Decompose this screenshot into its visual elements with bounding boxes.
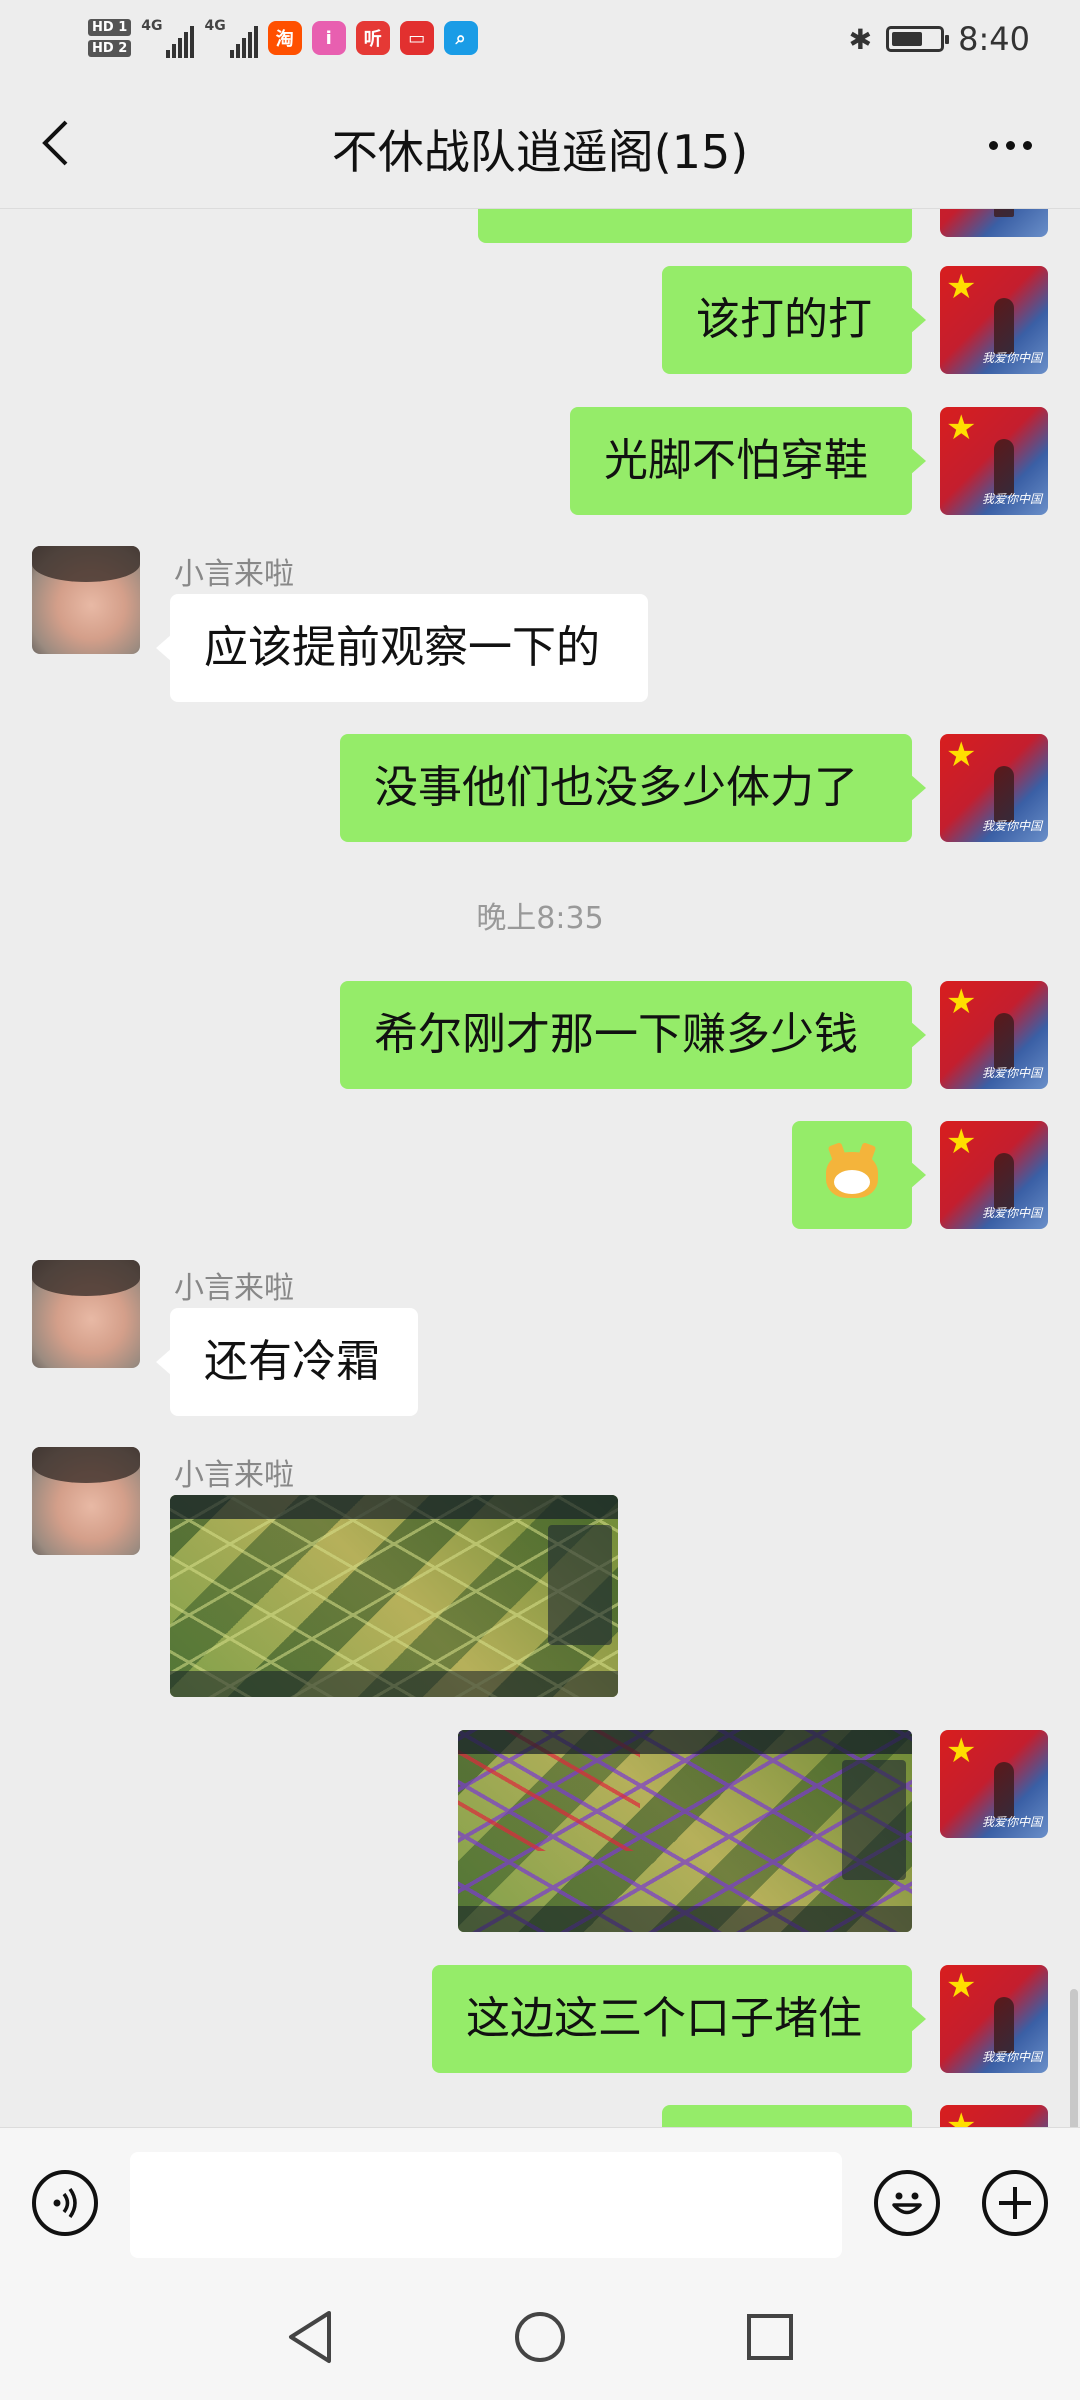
sender-avatar[interactable] (32, 1260, 140, 1368)
game-screenshot-image[interactable] (458, 1730, 912, 1932)
my-avatar[interactable]: ★ (940, 209, 1048, 237)
signal-2-icon: 4G (204, 18, 258, 58)
status-bar: HD 1 HD 2 4G 4G 淘 i 听 ▭ ⌕ ✱ 8:40 (0, 0, 1080, 78)
message-bubble[interactable]: 该打的打 (662, 266, 926, 374)
emoji-button[interactable] (874, 2170, 940, 2236)
sender-avatar[interactable] (32, 546, 140, 654)
status-left: HD 1 HD 2 4G 4G 淘 i 听 ▭ ⌕ (88, 10, 478, 66)
more-options-button[interactable] (980, 120, 1040, 170)
triangle-back-icon (289, 2311, 331, 2363)
sim2-badge: HD 2 (88, 40, 132, 57)
timestamp: 晚上8:35 (476, 901, 604, 936)
smiley-icon (892, 2192, 922, 2215)
signal-1-icon: 4G (141, 18, 195, 58)
battery-icon (886, 26, 950, 52)
huawei-mall-icon: ▭ (399, 21, 434, 55)
partial-message-bubble[interactable] (662, 2105, 912, 2127)
message-bubble[interactable]: 光脚不怕穿鞋 (570, 407, 926, 515)
nav-home-button[interactable] (508, 2305, 572, 2369)
message-bubble[interactable]: 还有冷霜 (156, 1308, 418, 1416)
dot-icon (988, 140, 998, 150)
message-bubble[interactable]: 这边这三个口子堵住 (432, 1965, 926, 2073)
my-avatar[interactable]: ★ 我爱你中国 (940, 266, 1048, 374)
message-bubble[interactable]: 应该提前观察一下的 (156, 594, 648, 702)
bluetooth-icon: ✱ (848, 22, 873, 56)
page-title: 不休战队逍遥阁(15) (331, 125, 749, 179)
clock: 8:40 (958, 20, 1030, 58)
doge-emoji-icon (826, 1152, 878, 1198)
emoji-message-bubble[interactable] (792, 1121, 926, 1229)
message-bubble[interactable]: 希尔刚才那一下赚多少钱 (340, 981, 926, 1089)
chat-header: 不休战队逍遥阁(15) (0, 78, 1080, 209)
my-avatar[interactable]: ★ (940, 2105, 1048, 2127)
square-recents-icon (747, 2314, 793, 2360)
plus-icon (999, 2187, 1031, 2219)
input-bar (0, 2127, 1080, 2278)
listen-icon: 听 (355, 21, 390, 55)
my-avatar[interactable]: ★ 我爱你中国 (940, 981, 1048, 1089)
circle-home-icon (515, 2312, 565, 2362)
dot-icon (1022, 140, 1032, 150)
game-screenshot-image[interactable] (170, 1495, 618, 1697)
chat-area[interactable]: ★ 该打的打 ★我爱你中国 光脚不怕穿鞋 ★我爱你中国 小言来啦 应该提前观察一… (0, 209, 1080, 2127)
sender-avatar[interactable] (32, 1447, 140, 1555)
my-avatar[interactable]: ★ 我爱你中国 (940, 407, 1048, 515)
voice-input-button[interactable] (32, 2170, 98, 2236)
sim-indicators: HD 1 HD 2 (88, 19, 132, 57)
dot-icon (1005, 140, 1015, 150)
search-app-icon: ⌕ (443, 21, 478, 55)
message-bubble[interactable]: 没事他们也没多少体力了 (340, 734, 926, 842)
my-avatar[interactable]: ★ 我爱你中国 (940, 1730, 1048, 1838)
nav-back-button[interactable] (278, 2305, 342, 2369)
network1-label: 4G (141, 18, 163, 34)
network2-label: 4G (204, 18, 226, 34)
nav-recents-button[interactable] (738, 2305, 802, 2369)
more-functions-button[interactable] (982, 2170, 1048, 2236)
sender-name: 小言来啦 (174, 557, 294, 592)
my-avatar[interactable]: ★ 我爱你中国 (940, 1965, 1048, 2073)
taobao-icon: 淘 (267, 21, 302, 55)
app-i-icon: i (311, 21, 346, 55)
sender-name: 小言来啦 (174, 1271, 294, 1306)
voice-icon (53, 2187, 77, 2219)
message-input[interactable] (130, 2152, 842, 2258)
status-right: ✱ 8:40 (849, 14, 1030, 64)
sim1-badge: HD 1 (88, 19, 132, 36)
sender-name: 小言来啦 (174, 1458, 294, 1493)
scrollbar[interactable] (1070, 1989, 1078, 2127)
partial-message-bubble[interactable] (478, 209, 912, 243)
my-avatar[interactable]: ★ 我爱你中国 (940, 734, 1048, 842)
system-nav-bar (0, 2277, 1080, 2400)
my-avatar[interactable]: ★ 我爱你中国 (940, 1121, 1048, 1229)
